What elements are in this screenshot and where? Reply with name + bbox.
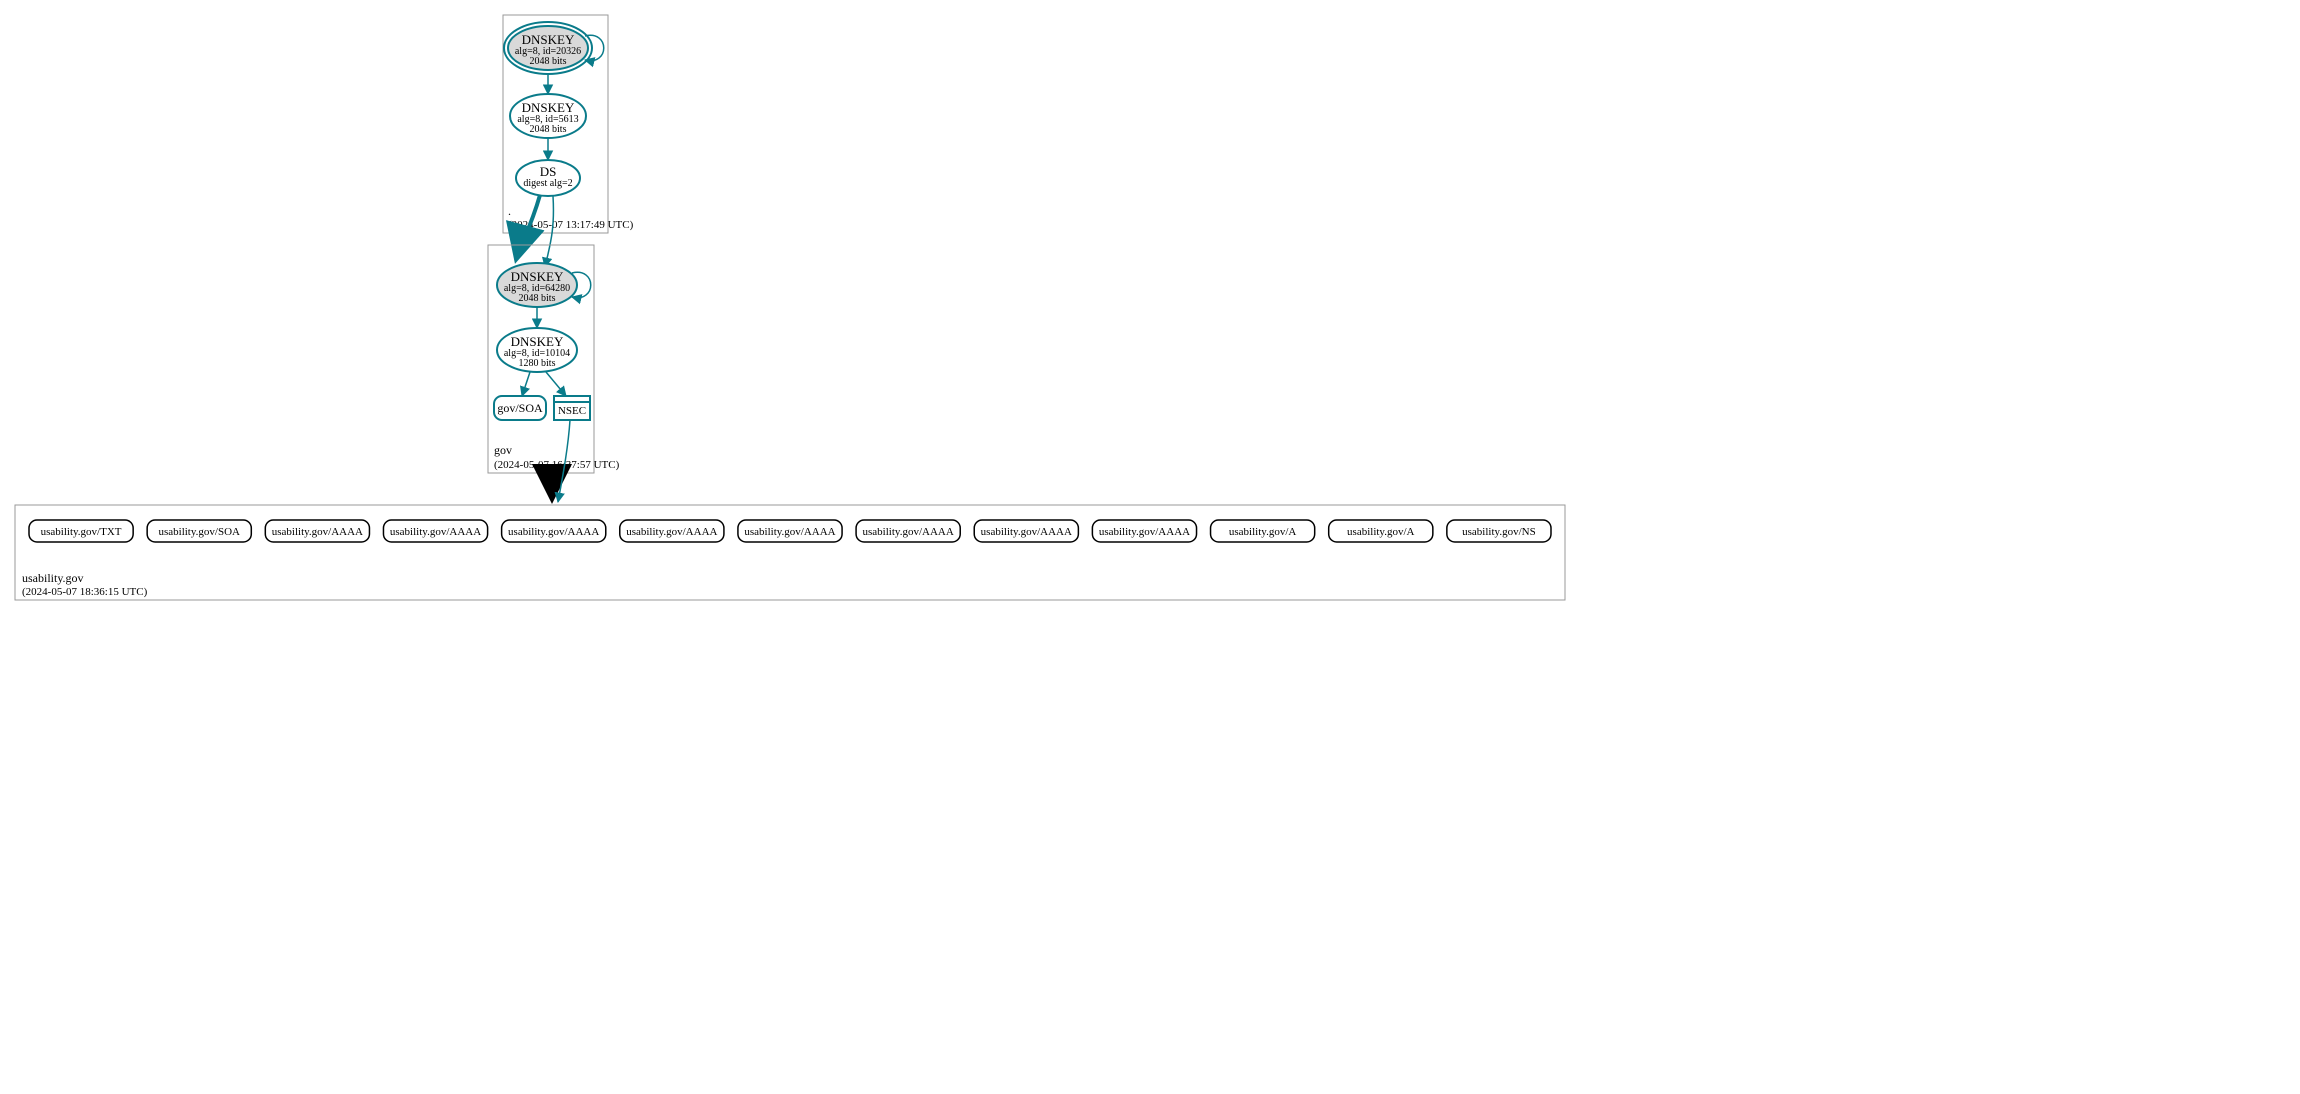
svg-text:gov: gov [494, 443, 512, 457]
leaf-label: usability.gov/AAAA [863, 526, 954, 538]
leaf-label: usability.gov/A [1229, 526, 1296, 538]
svg-text:.: . [508, 204, 511, 218]
leaf-label: usability.gov/SOA [158, 526, 240, 538]
svg-text:digest alg=2: digest alg=2 [523, 178, 572, 189]
leaf-label: usability.gov/AAAA [981, 526, 1072, 538]
leaf-label: usability.gov/A [1347, 526, 1414, 538]
svg-text:(2024-05-07 18:36:15 UTC): (2024-05-07 18:36:15 UTC) [22, 586, 148, 598]
svg-text:1280 bits: 1280 bits [519, 358, 556, 369]
leaf-nodes: usability.gov/TXT usability.gov/SOA usabil… [29, 520, 1551, 542]
svg-text:(2024-05-07 16:37:57 UTC): (2024-05-07 16:37:57 UTC) [494, 459, 620, 471]
leaf-label: usability.gov/AAAA [744, 526, 835, 538]
svg-text:DS: DS [540, 164, 557, 179]
leaf-label: usability.gov/AAAA [626, 526, 717, 538]
svg-text:DNSKEY: DNSKEY [511, 334, 564, 349]
svg-text:DNSKEY: DNSKEY [522, 100, 575, 115]
leaf-label: usability.gov/AAAA [1099, 526, 1190, 538]
leaf-label: usability.gov/NS [1462, 526, 1536, 538]
svg-text:2048 bits: 2048 bits [530, 56, 567, 67]
svg-text:NSEC: NSEC [558, 405, 586, 417]
dnssec-diagram: DNSKEY alg=8, id=20326 2048 bits DNSKEY … [10, 10, 1570, 750]
svg-text:gov/SOA: gov/SOA [497, 401, 543, 415]
svg-text:2048 bits: 2048 bits [519, 293, 556, 304]
leaf-label: usability.gov/AAAA [272, 526, 363, 538]
leaf-label: usability.gov/AAAA [390, 526, 481, 538]
svg-text:2048 bits: 2048 bits [530, 124, 567, 135]
svg-text:DNSKEY: DNSKEY [511, 269, 564, 284]
svg-text:usability.gov: usability.gov [22, 571, 84, 585]
leaf-label: usability.gov/AAAA [508, 526, 599, 538]
root-ksk-title: DNSKEY [522, 32, 575, 47]
leaf-label: usability.gov/TXT [41, 526, 122, 538]
